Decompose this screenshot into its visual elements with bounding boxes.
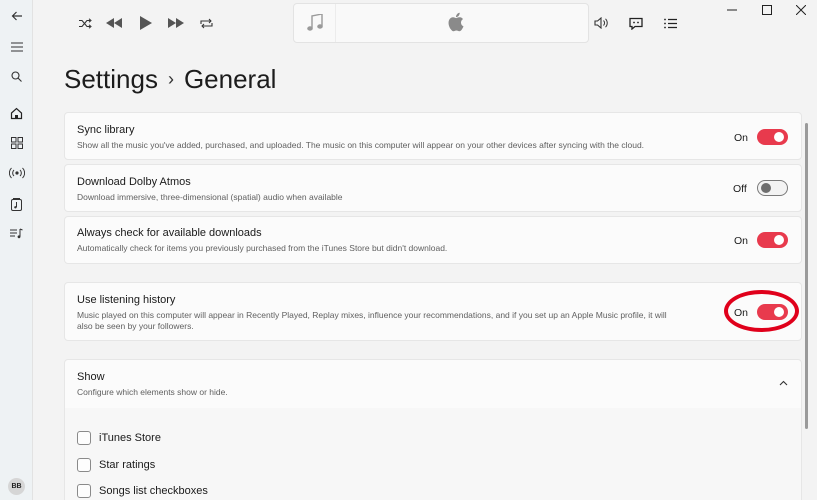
setting-dolby-atmos: Download Dolby Atmos Download immersive,…	[64, 164, 802, 212]
checkbox[interactable]	[77, 484, 91, 498]
maximize-button[interactable]	[750, 0, 784, 20]
shuffle-icon	[78, 17, 92, 29]
setting-description: Show all the music you've added, purchas…	[77, 140, 645, 150]
radio-icon	[8, 167, 25, 179]
sidebar-item-radio[interactable]	[0, 160, 33, 186]
queue-button[interactable]	[659, 12, 681, 34]
close-button[interactable]	[784, 0, 817, 20]
checkbox-label: Songs list checkboxes	[99, 485, 208, 497]
setting-description-line-1: Music played on this computer will appea…	[77, 310, 667, 320]
lyrics-button[interactable]	[625, 12, 647, 34]
repeat-button[interactable]	[195, 12, 217, 34]
show-section-title: Show	[77, 371, 105, 383]
next-icon	[168, 18, 184, 28]
setting-title: Use listening history	[77, 294, 176, 306]
toggle-knob	[774, 132, 784, 142]
sidebar: BB	[0, 0, 33, 500]
search-icon	[11, 70, 22, 82]
menu-button[interactable]	[0, 34, 33, 60]
show-section-body: iTunes Store Star ratings Songs list che…	[64, 408, 802, 500]
setting-description: Automatically check for items you previo…	[77, 243, 448, 253]
setting-description: Download immersive, three-dimensional (s…	[77, 192, 343, 202]
show-item-star-ratings[interactable]: Star ratings	[77, 457, 155, 473]
show-section-header[interactable]: Show Configure which elements show or hi…	[64, 359, 802, 409]
show-section-description: Configure which elements show or hide.	[77, 387, 228, 397]
library-icon	[11, 197, 22, 211]
music-note-icon	[306, 14, 323, 31]
show-item-itunes-store[interactable]: iTunes Store	[77, 430, 161, 446]
maximize-icon	[762, 5, 772, 15]
minimize-button[interactable]	[715, 0, 749, 20]
setting-title: Download Dolby Atmos	[77, 176, 191, 188]
now-playing[interactable]	[293, 3, 589, 43]
back-button[interactable]	[0, 3, 33, 29]
back-arrow-icon	[11, 11, 22, 21]
hamburger-menu-icon	[10, 42, 23, 52]
lyrics-icon	[629, 17, 643, 30]
close-icon	[796, 5, 806, 15]
setting-check-downloads: Always check for available downloads Aut…	[64, 216, 802, 264]
dolby-atmos-toggle[interactable]	[757, 180, 788, 196]
volume-icon	[594, 17, 608, 29]
checkbox[interactable]	[77, 458, 91, 472]
repeat-icon	[199, 18, 213, 28]
check-downloads-toggle[interactable]	[757, 232, 788, 248]
setting-sync-library: Sync library Show all the music you've a…	[64, 112, 802, 160]
minimize-icon	[727, 9, 737, 11]
setting-title: Sync library	[77, 124, 135, 136]
page-title: Settings › General	[64, 64, 276, 95]
highlight-circle	[724, 290, 799, 332]
sidebar-item-browse[interactable]	[0, 130, 33, 156]
checkbox[interactable]	[77, 431, 91, 445]
toggle-state-label: On	[734, 132, 749, 144]
setting-listening-history: Use listening history Music played on th…	[64, 282, 802, 341]
checkbox-label: Star ratings	[99, 459, 156, 471]
toggle-state-label: Off	[733, 183, 747, 195]
breadcrumb-general: General	[183, 64, 277, 94]
search-button[interactable]	[0, 63, 33, 89]
play-button[interactable]	[135, 12, 157, 34]
volume-button[interactable]	[590, 12, 612, 34]
show-item-songs-list-checkboxes[interactable]: Songs list checkboxes	[77, 483, 208, 499]
home-icon	[10, 107, 23, 119]
play-icon	[140, 16, 152, 30]
sidebar-item-playlists[interactable]	[0, 221, 33, 247]
checkbox-label: iTunes Store	[99, 432, 161, 444]
scrollbar[interactable]	[805, 123, 808, 429]
sidebar-item-home[interactable]	[0, 100, 33, 126]
previous-icon	[106, 18, 122, 28]
toggle-knob	[761, 183, 771, 193]
avatar[interactable]: BB	[8, 478, 25, 495]
queue-icon	[663, 18, 677, 28]
setting-title: Always check for available downloads	[77, 227, 262, 239]
breadcrumb-separator: ›	[167, 69, 174, 89]
player-bar	[34, 0, 817, 46]
album-art	[294, 4, 336, 42]
chevron-up-icon[interactable]	[779, 380, 788, 386]
playlist-icon	[10, 228, 23, 239]
browse-grid-icon	[10, 137, 23, 149]
next-button[interactable]	[165, 12, 187, 34]
previous-button[interactable]	[103, 12, 125, 34]
sidebar-item-library[interactable]	[0, 191, 33, 217]
setting-description-line-2: also be seen by your followers.	[77, 321, 194, 331]
shuffle-button[interactable]	[74, 12, 96, 34]
toggle-state-label: On	[734, 235, 749, 247]
sync-library-toggle[interactable]	[757, 129, 788, 145]
toggle-knob	[774, 235, 784, 245]
apple-logo-icon	[447, 12, 464, 37]
breadcrumb-settings[interactable]: Settings	[64, 64, 158, 94]
